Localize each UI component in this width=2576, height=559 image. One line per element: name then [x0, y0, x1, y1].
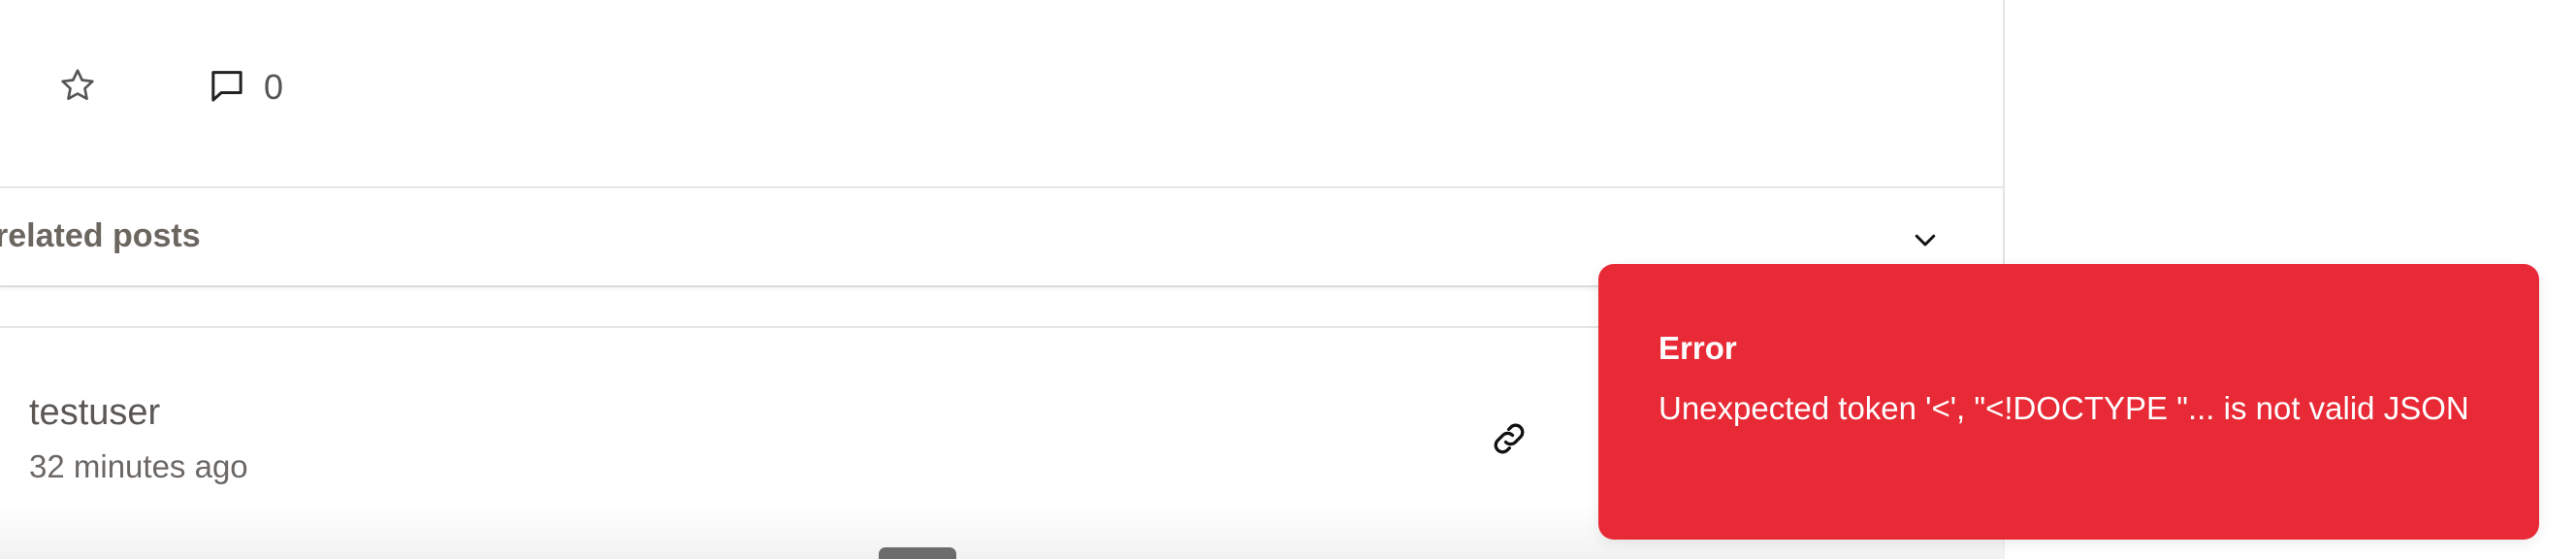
- comments-button[interactable]: 0: [208, 64, 283, 111]
- drag-handle[interactable]: [879, 547, 956, 559]
- page: 0 related posts testuser 32 minutes ago …: [0, 0, 2576, 559]
- chevron-down-icon[interactable]: [1909, 223, 1942, 256]
- comment-count: 0: [264, 67, 284, 107]
- speech-bubble-icon: [208, 66, 246, 110]
- copy-link-button[interactable]: [1486, 417, 1532, 464]
- comment-timestamp: 32 minutes ago: [29, 448, 248, 484]
- toast-message: Unexpected token '<', "<!DOCTYPE "... is…: [1658, 390, 2469, 426]
- star-icon: [58, 66, 97, 110]
- comment-username[interactable]: testuser: [29, 392, 160, 434]
- post-actions-row: 0: [0, 0, 2003, 188]
- toast-title: Error: [1658, 330, 1737, 366]
- link-icon: [1489, 418, 1530, 464]
- related-posts-label: related posts: [0, 217, 201, 254]
- star-button[interactable]: [56, 66, 99, 109]
- error-toast[interactable]: Error Unexpected token '<', "<!DOCTYPE "…: [1598, 264, 2539, 540]
